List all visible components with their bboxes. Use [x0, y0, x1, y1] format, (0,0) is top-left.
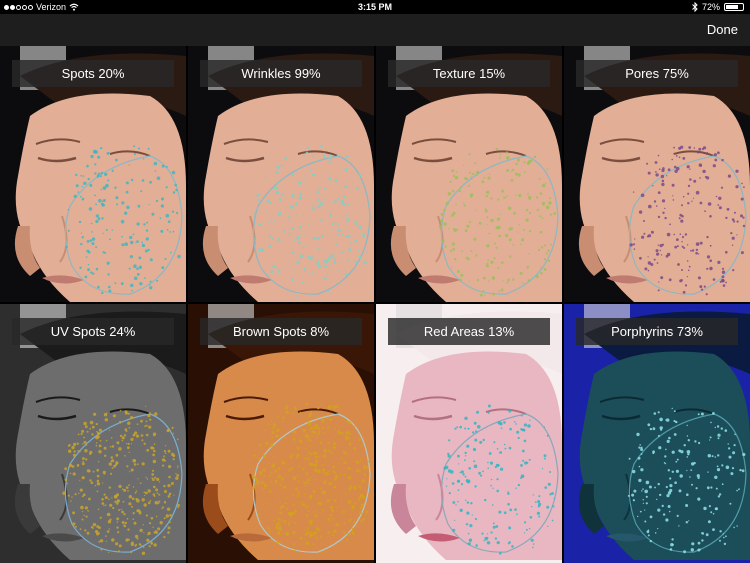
navigation-bar: Done — [0, 14, 750, 46]
tile-label: Pores 75% — [576, 60, 738, 87]
tile-label: Spots 20% — [12, 60, 174, 87]
tile-label: Texture 15% — [388, 60, 550, 87]
status-right: 72% — [692, 0, 744, 14]
bluetooth-icon — [692, 2, 698, 12]
tile-label: Porphyrins 73% — [576, 318, 738, 345]
analysis-tile[interactable]: Red Areas 13% — [376, 304, 562, 563]
status-bar: Verizon 3:15 PM 72% — [0, 0, 750, 14]
analysis-tile[interactable]: Brown Spots 8% — [188, 304, 374, 563]
analysis-tile[interactable]: UV Spots 24% — [0, 304, 186, 563]
battery-percent: 72% — [701, 2, 720, 12]
analysis-tile[interactable]: Porphyrins 73% — [564, 304, 750, 563]
tile-label: Wrinkles 99% — [200, 60, 362, 87]
battery-icon — [724, 3, 744, 11]
tile-label: Red Areas 13% — [388, 318, 550, 345]
tile-label: Brown Spots 8% — [200, 318, 362, 345]
analysis-tile[interactable]: Spots 20% — [0, 46, 186, 302]
analysis-grid: Spots 20% Wrinkles 99% Texture 15% Pores… — [0, 46, 750, 563]
tile-label: UV Spots 24% — [12, 318, 174, 345]
analysis-tile[interactable]: Texture 15% — [376, 46, 562, 302]
done-button[interactable]: Done — [707, 14, 738, 46]
analysis-tile[interactable]: Pores 75% — [564, 46, 750, 302]
status-time: 3:15 PM — [357, 2, 392, 12]
analysis-tile[interactable]: Wrinkles 99% — [188, 46, 374, 302]
